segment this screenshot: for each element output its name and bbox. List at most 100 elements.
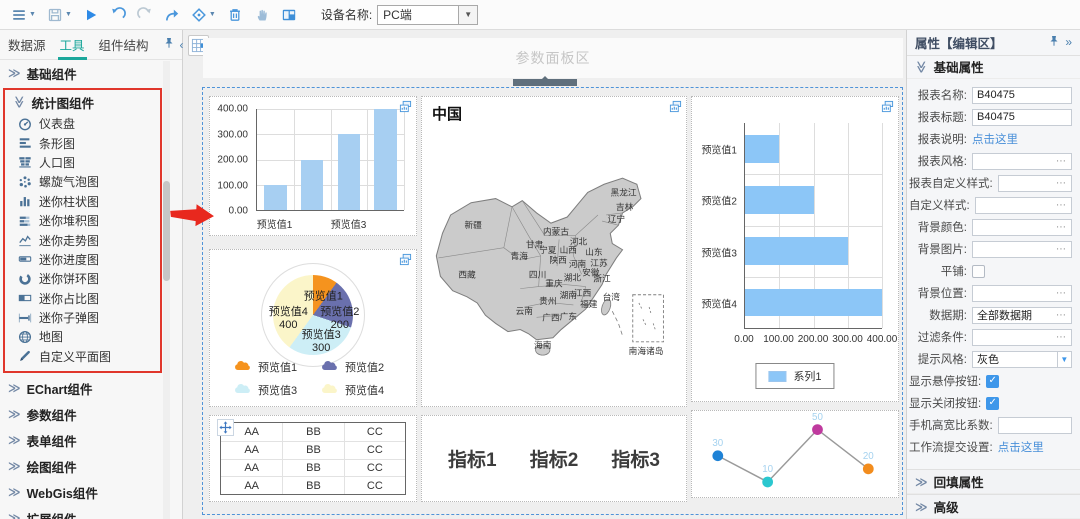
section-WebGis组件[interactable]: ≫WebGis组件	[0, 479, 182, 505]
component-item[interactable]: 迷你柱状图	[5, 192, 160, 211]
table-cell[interactable]: CC	[344, 460, 405, 477]
redo-button[interactable]	[134, 3, 156, 27]
collapse-right-panel-icon[interactable]: »	[1065, 35, 1072, 49]
device-select-arrow[interactable]: ▼	[459, 5, 478, 25]
table-cell[interactable]: BB	[282, 442, 343, 459]
background-position-field[interactable]: ⋯	[972, 285, 1072, 302]
table-cell[interactable]: AA	[221, 477, 282, 494]
legend-box[interactable]: 系列1	[755, 363, 834, 389]
data-point[interactable]	[762, 477, 773, 488]
ellipsis-button[interactable]: ⋯	[1056, 222, 1067, 233]
component-item[interactable]: 迷你占比图	[5, 289, 160, 308]
table-cell[interactable]: BB	[282, 477, 343, 494]
bar[interactable]	[264, 185, 287, 210]
tab-数据源[interactable]: 数据源	[8, 30, 46, 60]
legend-item[interactable]: 预览值1	[234, 359, 321, 375]
pin-icon[interactable]	[1048, 35, 1060, 50]
bar[interactable]	[745, 237, 848, 265]
show-hover-button-checkbox[interactable]: ✓	[986, 375, 999, 388]
section-basic-components[interactable]: ≫ 基础组件	[0, 60, 182, 86]
delete-button[interactable]	[224, 3, 246, 27]
legend-item[interactable]: 预览值2	[321, 359, 408, 375]
widget-chart-table-icon[interactable]	[669, 100, 683, 114]
widget-chart-table-icon[interactable]	[399, 253, 413, 267]
table-cell[interactable]: CC	[344, 442, 405, 459]
ellipsis-button[interactable]: ⋯	[1056, 332, 1067, 343]
table-cell[interactable]: CC	[344, 477, 405, 494]
indicator-widget[interactable]: 指标1指标2指标3	[421, 415, 687, 502]
section-basic-properties[interactable]: ≫ 基础属性	[907, 56, 1080, 79]
component-item[interactable]: 迷你饼环图	[5, 269, 160, 288]
widget-chart-table-icon[interactable]	[399, 100, 413, 114]
parameter-panel-area[interactable]: 参数面板区	[203, 38, 903, 78]
filter-condition-field[interactable]: ⋯	[972, 329, 1072, 346]
component-item[interactable]: 迷你子弹图	[5, 308, 160, 327]
left-panel-scrollbar[interactable]	[163, 61, 170, 519]
bar[interactable]	[745, 135, 779, 163]
component-item[interactable]: 地图	[5, 327, 160, 346]
section-回填属性[interactable]: ≫回填属性	[907, 469, 1080, 494]
report-name-field[interactable]: B40475	[972, 87, 1072, 104]
move-handle-icon[interactable]	[217, 419, 234, 436]
legend-item[interactable]: 预览值4	[321, 382, 408, 398]
pie-chart-widget[interactable]: 预览值1预览值4400预览值2200预览值3300 预览值1预览值2预览值3预览…	[209, 249, 417, 407]
hand-button[interactable]	[251, 3, 273, 27]
select-value[interactable]: 灰色	[972, 351, 1058, 368]
scrollbar-thumb[interactable]	[163, 181, 170, 281]
table-cell[interactable]: BB	[282, 460, 343, 477]
bar[interactable]	[745, 186, 814, 214]
component-item[interactable]: 迷你堆积图	[5, 211, 160, 230]
design-canvas[interactable]: 参数面板区 400.00300.00200.00100.000.00 预览值1预…	[183, 30, 907, 519]
device-select[interactable]: PC端 ▼	[377, 5, 478, 25]
background-color-field[interactable]: ⋯	[972, 219, 1072, 236]
component-item[interactable]: 迷你进度图	[5, 250, 160, 269]
component-item[interactable]: 迷你走势图	[5, 230, 160, 249]
section-参数组件[interactable]: ≫参数组件	[0, 401, 182, 427]
tile-checkbox[interactable]	[972, 265, 985, 278]
select-arrow-icon[interactable]: ▼	[1058, 351, 1072, 368]
theme-button[interactable]: ▼	[188, 3, 219, 27]
layout-button[interactable]	[278, 3, 300, 27]
workflow-submit-link[interactable]: 点击这里	[998, 439, 1044, 455]
component-item[interactable]: 自定义平面图	[5, 347, 160, 366]
section-绘图组件[interactable]: ≫绘图组件	[0, 453, 182, 479]
section-扩展组件[interactable]: ≫扩展组件	[0, 505, 182, 519]
mobile-aspect-ratio-field[interactable]	[998, 417, 1072, 434]
undo-button[interactable]	[107, 3, 129, 27]
hbar-chart-widget[interactable]: 预览值1预览值2预览值3预览值4 0.00100.00200.00300.004…	[691, 96, 899, 402]
legend-item[interactable]: 预览值3	[234, 382, 321, 398]
bar[interactable]	[374, 109, 397, 210]
bar[interactable]	[301, 160, 324, 211]
column-chart-widget[interactable]: 400.00300.00200.00100.000.00 预览值1预览值3	[209, 96, 417, 236]
ellipsis-button[interactable]: ⋯	[1056, 178, 1067, 189]
ellipsis-button[interactable]: ⋯	[1056, 310, 1067, 321]
table-cell[interactable]: AA	[221, 460, 282, 477]
report-description-link[interactable]: 点击这里	[972, 131, 1018, 147]
china-map[interactable]: 新疆西藏青海甘肃内蒙古宁夏陕西山西河北山东河南江苏安徽湖北四川重庆贵州云南湖南江…	[422, 121, 688, 401]
widget-chart-table-icon[interactable]	[881, 100, 895, 114]
table-cell[interactable]: BB	[282, 423, 343, 441]
data-period-field[interactable]: 全部数据期⋯	[972, 307, 1072, 324]
bar[interactable]	[338, 134, 361, 210]
panel-collapse-handle[interactable]	[513, 79, 577, 86]
menu-button[interactable]: ▼	[8, 3, 39, 27]
china-map-widget[interactable]: 中国 新疆西藏青海甘肃内蒙古宁夏陕西山西河北山东河南江苏安徽湖北四川重庆贵州云南…	[421, 96, 687, 407]
run-button[interactable]	[80, 3, 102, 27]
ellipsis-button[interactable]: ⋯	[1056, 288, 1067, 299]
custom-style-field[interactable]: ⋯	[975, 197, 1072, 214]
section-表单组件[interactable]: ≫表单组件	[0, 427, 182, 453]
tab-组件结构[interactable]: 组件结构	[99, 30, 149, 60]
trend-chart-widget[interactable]: 30105020	[691, 410, 899, 498]
background-image-field[interactable]: ⋯	[972, 241, 1072, 258]
upload-button[interactable]	[161, 3, 183, 27]
save-button[interactable]: ▼	[44, 3, 75, 27]
data-point[interactable]	[863, 463, 874, 474]
bar[interactable]	[745, 289, 882, 317]
section-EChart组件[interactable]: ≫EChart组件	[0, 375, 182, 401]
component-item[interactable]: 条形图	[5, 133, 160, 152]
report-custom-style-field[interactable]: ⋯	[998, 175, 1072, 192]
table-cell[interactable]: AA	[221, 442, 282, 459]
section-stat-components[interactable]: ≫ 统计图组件	[5, 90, 160, 114]
report-style-field[interactable]: ⋯	[972, 153, 1072, 170]
component-item[interactable]: 仪表盘	[5, 114, 160, 133]
